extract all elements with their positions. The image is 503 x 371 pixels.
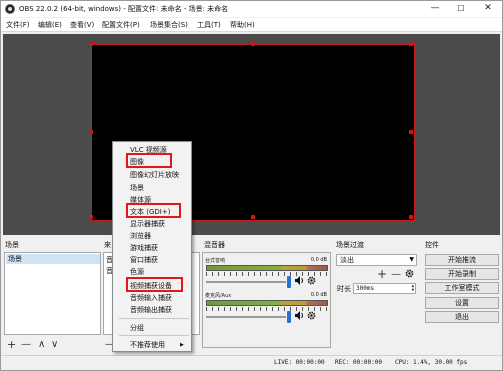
menu-scene-collection[interactable]: 场景集合(S)	[150, 20, 188, 30]
add-transition-button[interactable]: +	[377, 267, 387, 281]
sources-dock-title: 来	[104, 241, 111, 249]
transition-select-value: 淡出	[340, 256, 354, 264]
duration-label: 时长	[337, 285, 351, 293]
move-scene-down-button[interactable]: ∨	[51, 339, 58, 350]
mixer-channel-name: 台式音响	[205, 258, 226, 264]
menu-item-game-capture[interactable]: 游戏捕获	[130, 243, 158, 253]
cpu-fps: CPU: 1.4%, 30.00 fps	[395, 359, 468, 366]
resize-handle[interactable]	[89, 42, 93, 46]
mixer-channel-name: 麦克风/Aux	[205, 293, 232, 299]
menu-help[interactable]: 帮助(H)	[230, 20, 255, 30]
menu-separator	[119, 335, 189, 336]
menu-item-color-source[interactable]: 色源	[130, 267, 144, 277]
volume-slider-handle[interactable]	[287, 276, 291, 288]
duration-input[interactable]: 300ms ▲ ▼	[353, 283, 416, 294]
highlight-box	[126, 153, 172, 168]
gear-icon[interactable]	[405, 269, 414, 280]
menu-separator	[119, 318, 189, 319]
resize-handle[interactable]	[89, 130, 93, 134]
scenes-list[interactable]: 场景	[4, 252, 101, 335]
resize-handle[interactable]	[409, 130, 413, 134]
volume-meter	[206, 265, 328, 271]
scenes-dock-title: 场景	[5, 241, 19, 249]
resize-handle[interactable]	[89, 215, 93, 219]
title-bar: OBS 22.0.2 (64-bit, windows) - 配置文件: 未命名…	[1, 1, 502, 17]
minimize-button[interactable]: —	[422, 1, 448, 17]
add-scene-button[interactable]: +	[7, 338, 16, 351]
gear-icon[interactable]	[307, 311, 316, 322]
volume-slider-track[interactable]	[206, 281, 286, 283]
volume-meter	[206, 300, 328, 306]
mixer-channel-db: 0.0 dB	[310, 257, 327, 263]
menu-edit[interactable]: 编辑(E)	[38, 20, 62, 30]
menu-item-window-capture[interactable]: 窗口捕获	[130, 255, 158, 265]
menu-item-scene[interactable]: 场景	[130, 183, 144, 193]
menu-tools[interactable]: 工具(T)	[197, 20, 221, 30]
mixer-channel-db: 0.0 dB	[310, 292, 327, 298]
start-recording-button[interactable]: 开始录制	[425, 268, 499, 280]
menu-file[interactable]: 文件(F)	[6, 20, 30, 30]
preview-area[interactable]	[3, 34, 500, 235]
duration-value: 300ms	[356, 285, 375, 292]
close-button[interactable]: ✕	[475, 1, 501, 17]
resize-handle[interactable]	[251, 42, 255, 46]
menu-bar: 文件(F) 编辑(E) 查看(V) 配置文件(P) 场景集合(S) 工具(T) …	[1, 18, 502, 32]
obs-window: OBS 22.0.2 (64-bit, windows) - 配置文件: 未命名…	[0, 0, 503, 371]
menu-item-audio-input-capture[interactable]: 音频输入捕获	[130, 293, 172, 303]
highlight-box	[126, 203, 181, 218]
exit-button[interactable]: 退出	[425, 311, 499, 323]
audio-mixer: 台式音响 0.0 dB 麦克风/Aux 0.0 dB	[202, 252, 331, 348]
resize-handle[interactable]	[251, 215, 255, 219]
maximize-button[interactable]: ☐	[448, 1, 474, 17]
chevron-down-icon: ▼	[409, 256, 414, 263]
move-scene-up-button[interactable]: ∧	[38, 339, 45, 350]
remove-scene-button[interactable]: —	[21, 339, 31, 350]
transition-select[interactable]: 淡出 ▼	[336, 254, 417, 266]
obs-logo-icon	[5, 4, 15, 14]
mixer-dock-title: 混音器	[204, 241, 225, 249]
menu-item-deprecated[interactable]: 不推荐使用	[130, 340, 165, 350]
live-timer: LIVE: 00:00:00	[274, 359, 325, 366]
studio-mode-button[interactable]: 工作室模式	[425, 282, 499, 294]
menu-profile[interactable]: 配置文件(P)	[102, 20, 140, 30]
remove-transition-button[interactable]: —	[391, 269, 401, 280]
speaker-icon[interactable]	[295, 311, 305, 322]
window-title: OBS 22.0.2 (64-bit, windows) - 配置文件: 未命名…	[19, 5, 229, 13]
transitions-dock-title: 场景过渡	[336, 241, 364, 249]
add-source-context-menu: VLC 视频源 图像 图像幻灯片放映 场景 媒体源 文本 (GDI+) 显示器捕…	[112, 141, 192, 352]
volume-slider-track[interactable]	[206, 316, 286, 318]
menu-view[interactable]: 查看(V)	[70, 20, 94, 30]
menu-item-audio-output-capture[interactable]: 音频输出捕获	[130, 305, 172, 315]
volume-slider-handle[interactable]	[287, 311, 291, 323]
settings-button[interactable]: 设置	[425, 297, 499, 309]
start-streaming-button[interactable]: 开始推流	[425, 254, 499, 266]
menu-item-browser[interactable]: 浏览器	[130, 231, 151, 241]
status-bar: LIVE: 00:00:00 REC: 00:00:00 CPU: 1.4%, …	[1, 355, 502, 370]
rec-timer: REC: 00:00:00	[335, 359, 382, 366]
gear-icon[interactable]	[307, 276, 316, 287]
highlight-box	[126, 277, 183, 292]
controls-dock-title: 控件	[425, 241, 439, 249]
menu-item-image-slideshow[interactable]: 图像幻灯片放映	[130, 170, 179, 180]
menu-item-group[interactable]: 分组	[130, 323, 144, 333]
menu-item-display-capture[interactable]: 显示器捕获	[130, 219, 165, 229]
scene-list-item[interactable]: 场景	[6, 254, 100, 264]
resize-handle[interactable]	[409, 215, 413, 219]
resize-handle[interactable]	[409, 42, 413, 46]
submenu-arrow-icon: ▶	[180, 342, 184, 348]
speaker-icon[interactable]	[295, 276, 305, 287]
spin-arrows-icon[interactable]: ▲ ▼	[412, 284, 414, 292]
